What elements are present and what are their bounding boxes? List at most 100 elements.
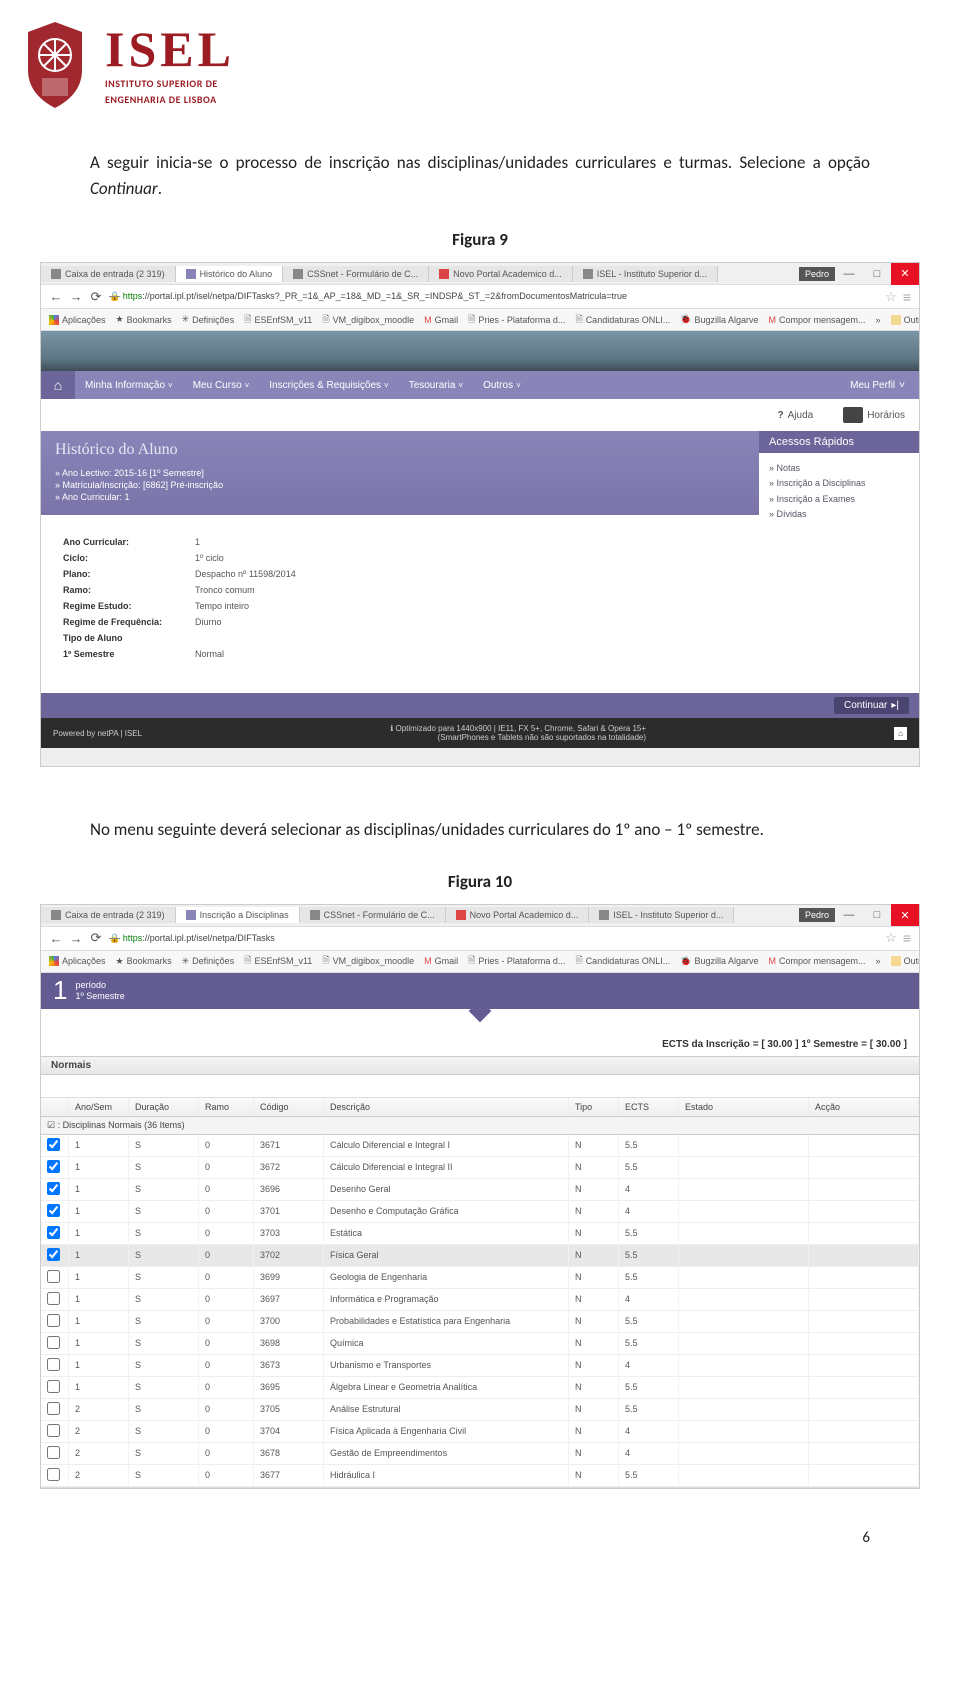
window-close-icon[interactable]: ✕ [891,904,919,926]
menu-meu-curso[interactable]: Meu Curso˅ [183,380,260,391]
bm-item[interactable]: M Gmail [424,315,458,325]
bm-item[interactable]: 🐞 Bugzilla Algarve [680,314,758,325]
bookmark-star-icon[interactable]: ☆ [885,930,897,946]
menu-tesouraria[interactable]: Tesouraria˅ [399,380,473,391]
column-header[interactable]: Código [254,1098,324,1117]
bm-item[interactable]: ✳ Definições [182,956,235,967]
acesso-link[interactable]: » Notas [769,461,909,476]
browser-tab[interactable]: Novo Portal Academico d... [429,266,573,282]
cell-estado [679,1178,809,1200]
row-checkbox[interactable] [47,1336,60,1349]
column-header[interactable]: Duração [129,1098,199,1117]
browser-tab[interactable]: Caixa de entrada (2 319) [41,266,176,282]
bm-other-folder[interactable]: Outros marcadores [891,315,919,325]
acesso-link[interactable]: » Inscrição a Disciplinas [769,476,909,491]
row-checkbox[interactable] [47,1226,60,1239]
bm-item[interactable]: ★ Bookmarks [116,314,172,325]
chrome-menu-icon[interactable]: ≡ [903,930,911,946]
browser-tab[interactable]: ISEL - Instituto Superior d... [589,907,734,923]
back-icon[interactable]: ← [49,931,63,946]
window-maximize-icon[interactable]: □ [863,263,891,285]
row-checkbox[interactable] [47,1314,60,1327]
bm-other-folder[interactable]: Outros marcadores [891,956,919,966]
window-user-badge[interactable]: Pedro [799,267,835,281]
bm-overflow[interactable]: » [876,315,881,325]
row-checkbox[interactable] [47,1446,60,1459]
forward-icon[interactable]: → [69,289,83,304]
continue-button[interactable]: Continuar ▸| [834,697,909,714]
url-field[interactable]: 🔒 https://portal.ipl.pt/isel/netpa/DIFTa… [109,933,879,944]
table-section-label[interactable]: ☑ : Disciplinas Normais (36 Items) [41,1116,919,1134]
window-minimize-icon[interactable]: — [835,263,863,285]
acesso-link[interactable]: » Inscrição a Exames [769,492,909,507]
row-checkbox[interactable] [47,1424,60,1437]
browser-tab[interactable]: ISEL - Instituto Superior d... [573,266,718,282]
bm-item[interactable]: M Compor mensagem... [769,315,866,325]
bm-overflow[interactable]: » [876,956,881,966]
column-header[interactable]: Tipo [569,1098,619,1117]
reload-icon[interactable]: ⟳ [89,930,103,946]
menu-outros[interactable]: Outros˅ [473,380,531,391]
row-checkbox[interactable] [47,1380,60,1393]
row-checkbox[interactable] [47,1292,60,1305]
browser-tab[interactable]: CSSnet - Formulário de C... [283,266,429,282]
bm-item[interactable]: 🗎 Candidaturas ONLI... [575,312,670,328]
column-header[interactable]: ECTS [619,1098,679,1117]
bm-item[interactable]: 🗎 Pries - Plataforma d... [468,312,565,328]
window-user-badge[interactable]: Pedro [799,908,835,922]
bm-item[interactable]: ✳ Definições [182,314,235,325]
bm-item[interactable]: M Compor mensagem... [769,956,866,966]
horarios-link[interactable]: Horários [843,407,905,423]
bm-item[interactable]: 🗎 ESEnfSM_v11 [244,312,312,328]
bm-item[interactable]: 🗎 Candidaturas ONLI... [575,953,670,969]
reload-icon[interactable]: ⟳ [89,289,103,305]
column-header[interactable] [41,1098,69,1117]
bookmark-star-icon[interactable]: ☆ [885,289,897,305]
bm-item[interactable]: 🗎 VM_digibox_moodle [322,312,414,328]
acesso-link[interactable]: » Dívidas [769,507,909,522]
row-checkbox[interactable] [47,1248,60,1261]
cell-tipo: N [569,1288,619,1310]
cell-estado [679,1310,809,1332]
help-link[interactable]: ? Ajuda [778,410,814,421]
browser-tab[interactable]: Caixa de entrada (2 319) [41,907,176,923]
column-header[interactable]: Ramo [199,1098,254,1117]
menu-meu-perfil[interactable]: Meu Perfil˅ [836,380,919,391]
back-icon[interactable]: ← [49,289,63,304]
bm-item[interactable]: 🗎 VM_digibox_moodle [322,953,414,969]
scroll-top-icon[interactable]: ⌂ [894,727,907,740]
chrome-menu-icon[interactable]: ≡ [903,289,911,305]
bm-item[interactable]: 🐞 Bugzilla Algarve [680,956,758,967]
figure-9-caption: Figura 9 [0,229,960,250]
column-header[interactable]: Ano/Sem [69,1098,129,1117]
menu-minha-info[interactable]: Minha Informação˅ [75,380,183,391]
menu-inscricoes[interactable]: Inscrições & Requisições˅ [259,380,398,391]
bm-apps[interactable]: Aplicações [49,315,106,325]
row-checkbox[interactable] [47,1468,60,1481]
bm-item[interactable]: ★ Bookmarks [116,956,172,967]
browser-tab[interactable]: Histórico do Aluno [176,266,284,282]
url-field[interactable]: 🔒 https://portal.ipl.pt/isel/netpa/DIFTa… [109,291,879,302]
browser-tab[interactable]: Novo Portal Academico d... [446,907,590,923]
row-checkbox[interactable] [47,1160,60,1173]
row-checkbox[interactable] [47,1204,60,1217]
column-header[interactable]: Estado [679,1098,809,1117]
forward-icon[interactable]: → [69,931,83,946]
row-checkbox[interactable] [47,1358,60,1371]
window-close-icon[interactable]: ✕ [891,263,919,285]
row-checkbox[interactable] [47,1402,60,1415]
browser-tab[interactable]: CSSnet - Formulário de C... [300,907,446,923]
browser-tab[interactable]: Inscrição a Disciplinas [176,907,300,923]
window-maximize-icon[interactable]: □ [863,904,891,926]
window-minimize-icon[interactable]: — [835,904,863,926]
bm-item[interactable]: M Gmail [424,956,458,966]
bm-item[interactable]: 🗎 ESEnfSM_v11 [244,953,312,969]
row-checkbox[interactable] [47,1138,60,1151]
row-checkbox[interactable] [47,1270,60,1283]
bm-item[interactable]: 🗎 Pries - Plataforma d... [468,953,565,969]
home-icon[interactable]: ⌂ [41,371,75,399]
row-checkbox[interactable] [47,1182,60,1195]
bm-apps[interactable]: Aplicações [49,956,106,966]
column-header[interactable]: Acção [809,1098,919,1117]
column-header[interactable]: Descrição [324,1098,569,1117]
